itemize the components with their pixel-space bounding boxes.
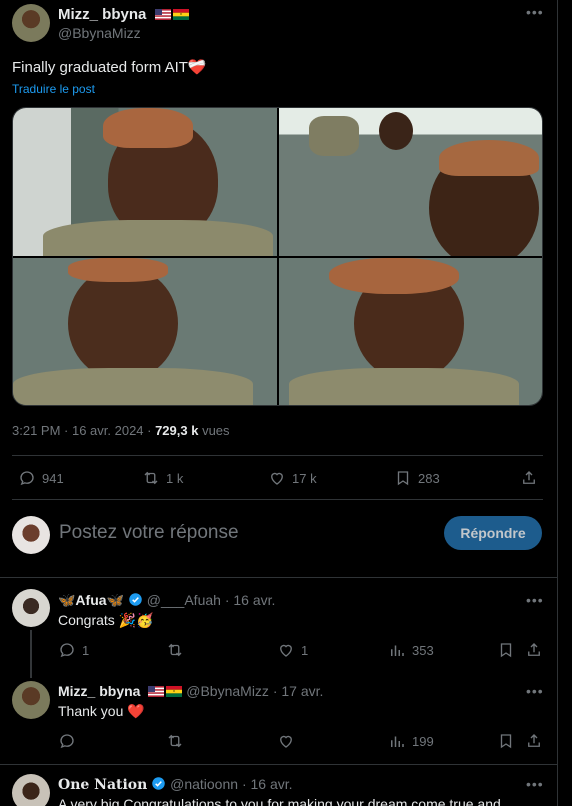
- bookmark-icon: [397, 471, 409, 486]
- reply-1-date[interactable]: · 16 avr.: [225, 592, 276, 608]
- bookmark-action[interactable]: 283: [394, 469, 440, 487]
- bookmark-count: 283: [418, 470, 440, 486]
- reply-3-text: A very big Congratulations to you for ma…: [58, 796, 501, 806]
- views-label: vues: [198, 423, 230, 438]
- reply-3-header: One Nation @natioonn · 16 avr.: [58, 776, 293, 793]
- reply-1-reply-action[interactable]: 1: [58, 641, 89, 659]
- more-icon[interactable]: •••: [526, 776, 544, 792]
- photo-4[interactable]: [279, 258, 542, 405]
- reply-input[interactable]: Postez votre réponse: [59, 522, 239, 544]
- like-icon: [280, 735, 292, 748]
- author-handle[interactable]: @BbynaMizz: [58, 25, 141, 41]
- photo-grid[interactable]: [12, 107, 543, 406]
- reply-avatar[interactable]: [12, 589, 50, 627]
- author-line: Mizz_ bbyna: [58, 6, 189, 24]
- reply-2-handle[interactable]: @BbynaMizz: [186, 683, 269, 699]
- post-timestamp[interactable]: 3:21 PM · 16 avr. 2024 ·: [12, 423, 155, 438]
- repost-icon: [168, 734, 182, 748]
- more-icon[interactable]: •••: [526, 683, 544, 699]
- thread-line: [30, 630, 32, 678]
- bookmark-icon: [500, 734, 512, 749]
- timeline-column: Mizz_ bbyna @BbynaMizz ••• Finally gradu…: [0, 0, 558, 806]
- reply-1-reply-count: 1: [82, 642, 90, 658]
- reply-2-share-action[interactable]: [525, 732, 543, 750]
- reply-1-share-action[interactable]: [525, 641, 543, 659]
- reply-icon: [20, 471, 34, 486]
- reply-1-repost-action[interactable]: [166, 641, 184, 659]
- reply-3-handle[interactable]: @natioonn: [170, 776, 238, 792]
- user-avatar[interactable]: [12, 516, 50, 554]
- reply-1-like-count: 1: [301, 642, 309, 658]
- flag-ghana-icon: [166, 686, 183, 697]
- reply-2-views[interactable]: 199: [388, 732, 434, 750]
- divider: [12, 499, 543, 500]
- photo-3[interactable]: [13, 258, 277, 405]
- flag-us-icon: [148, 686, 165, 697]
- reply-icon: [60, 734, 74, 749]
- verified-icon: [152, 777, 165, 790]
- views-icon: [391, 645, 404, 656]
- reply-action[interactable]: 941: [18, 469, 64, 487]
- reply-3-date[interactable]: · 16 avr.: [242, 776, 293, 792]
- reply-1-text: Congrats 🎉🥳: [58, 612, 154, 628]
- flag-ghana-icon: [172, 9, 189, 20]
- reply-1-like-action[interactable]: 1: [277, 641, 308, 659]
- share-icon: [528, 734, 540, 747]
- share-icon: [528, 643, 540, 656]
- divider: [0, 764, 557, 765]
- reply-2-bookmark-action[interactable]: [497, 732, 515, 750]
- like-icon: [280, 644, 292, 657]
- reply-2-reply-action[interactable]: [58, 732, 76, 750]
- repost-count: 1 k: [166, 470, 184, 486]
- verified-icon: [129, 593, 142, 606]
- reply-1-bookmark-action[interactable]: [497, 641, 515, 659]
- reply-2-header: Mizz_ bbyna @BbynaMizz · 17 avr.: [58, 683, 323, 699]
- views-icon: [391, 736, 404, 747]
- post-text: Finally graduated form AIT❤️‍🩹: [12, 58, 207, 76]
- more-icon[interactable]: •••: [526, 4, 544, 20]
- reply-button[interactable]: Répondre: [444, 516, 542, 550]
- translate-link[interactable]: Traduire le post: [12, 82, 95, 96]
- author-avatar[interactable]: [12, 4, 50, 42]
- reply-2-view-count: 199: [412, 733, 434, 749]
- views-count: 729,3 k: [155, 423, 199, 438]
- reply-2-name[interactable]: Mizz_ bbyna: [58, 683, 140, 699]
- reply-2-date[interactable]: · 17 avr.: [273, 683, 324, 699]
- divider: [0, 577, 557, 578]
- reply-1-handle[interactable]: @___Afuah: [147, 592, 221, 608]
- reply-1-header: 🦋Afua🦋 @___Afuah · 16 avr.: [58, 592, 275, 609]
- reply-1-view-count: 353: [412, 642, 434, 658]
- post-meta: 3:21 PM · 16 avr. 2024 · 729,3 k vues: [12, 423, 230, 438]
- more-icon[interactable]: •••: [526, 592, 544, 608]
- reply-1-name[interactable]: 🦋Afua🦋: [58, 592, 124, 608]
- reply-2-text: Thank you ❤️: [58, 703, 145, 719]
- author-name[interactable]: Mizz_ bbyna: [58, 6, 146, 23]
- photo-1[interactable]: [13, 108, 277, 256]
- repost-icon: [168, 643, 182, 657]
- reply-2-repost-action[interactable]: [166, 732, 184, 750]
- like-count: 17 k: [292, 470, 317, 486]
- like-icon: [271, 472, 283, 485]
- divider: [12, 455, 543, 456]
- share-icon: [523, 471, 535, 484]
- reply-avatar[interactable]: [12, 681, 50, 719]
- bookmark-icon: [500, 643, 512, 658]
- like-action[interactable]: 17 k: [268, 469, 317, 487]
- reply-icon: [60, 643, 74, 658]
- share-action[interactable]: [520, 469, 538, 487]
- repost-icon: [144, 471, 158, 485]
- reply-count: 941: [42, 470, 64, 486]
- flag-us-icon: [154, 9, 171, 20]
- reply-avatar[interactable]: [12, 774, 50, 806]
- reply-2-like-action[interactable]: [277, 732, 295, 750]
- mending-heart-emoji: ❤️‍🩹: [187, 59, 207, 76]
- post-text-body: Finally graduated form AIT: [12, 59, 188, 76]
- reply-1-views[interactable]: 353: [388, 641, 434, 659]
- repost-action[interactable]: 1 k: [142, 469, 183, 487]
- reply-3-name[interactable]: One Nation: [58, 777, 147, 793]
- photo-2[interactable]: [279, 108, 542, 256]
